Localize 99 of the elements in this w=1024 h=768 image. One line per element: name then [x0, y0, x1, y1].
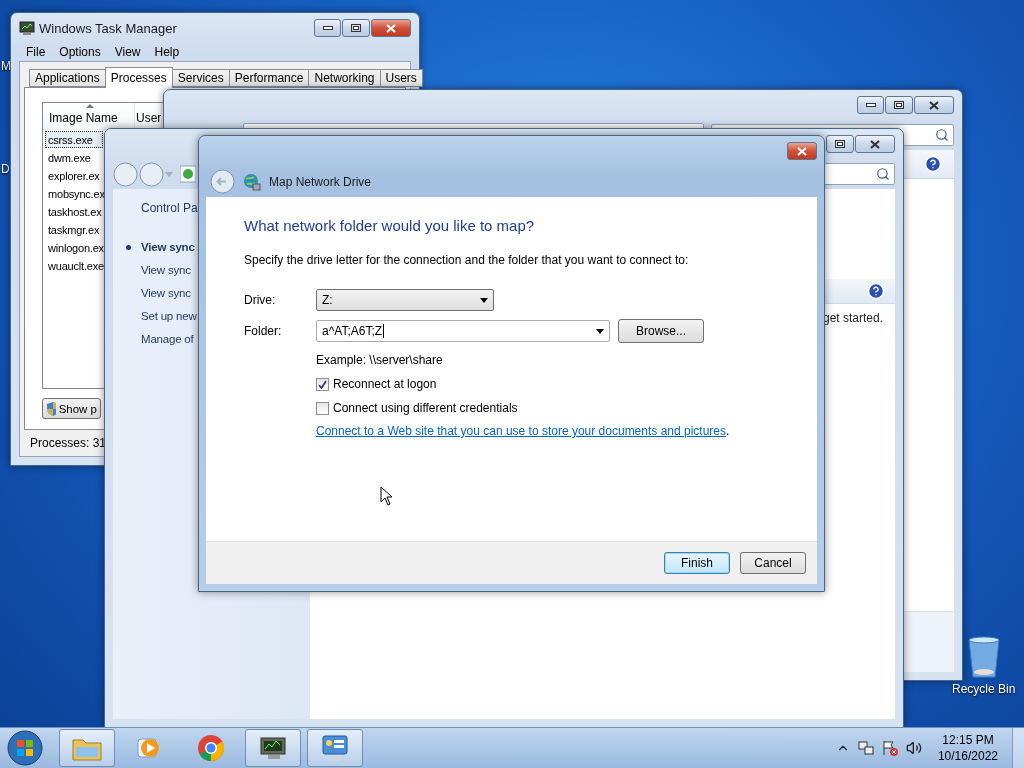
process-row[interactable]: taskhost.ex — [45, 203, 103, 220]
drive-dropdown[interactable]: Z: — [316, 289, 494, 311]
column-header[interactable]: User — [135, 103, 162, 129]
minimize-button[interactable] — [314, 19, 341, 37]
dropdown-arrow-icon — [596, 328, 604, 334]
checkbox-label: Reconnect at logon — [333, 377, 437, 391]
column-title: Image Name — [49, 111, 118, 125]
tab[interactable]: Applications — [29, 69, 106, 87]
help-icon[interactable] — [924, 155, 942, 173]
network-icon[interactable] — [857, 740, 874, 756]
sort-arrow-icon — [86, 104, 94, 108]
field-value: Z: — [322, 293, 333, 307]
checkbox[interactable] — [316, 377, 329, 391]
column-header[interactable]: Image Name — [43, 103, 135, 129]
minimize-icon — [322, 26, 333, 30]
maximize-button[interactable] — [885, 96, 913, 114]
mouse-pointer-icon — [380, 486, 393, 506]
control-panel-icon — [320, 734, 350, 762]
tab[interactable]: Processes — [104, 67, 173, 88]
dialog-button[interactable]: Cancel — [740, 552, 806, 574]
field-label: Folder: — [244, 324, 283, 338]
column-title: User — [136, 111, 162, 125]
tab[interactable]: Performance — [228, 69, 310, 87]
menu-item[interactable]: Options — [52, 45, 108, 59]
field-label: Drive: — [244, 293, 277, 307]
web-site-link[interactable]: Connect to a Web site that you can use to store your documents and pictures — [316, 424, 726, 438]
close-button[interactable] — [787, 142, 817, 160]
desktop-icon-label: M — [1, 59, 11, 73]
close-button[interactable] — [914, 96, 954, 114]
maximize-icon — [894, 101, 904, 109]
taskbar-button[interactable] — [307, 729, 363, 767]
process-row[interactable]: winlogon.ex — [45, 239, 103, 256]
dropdown-arrow-icon — [480, 297, 488, 303]
tab[interactable]: Services — [171, 69, 230, 87]
process-row[interactable]: taskmgr.ex — [45, 221, 103, 238]
close-icon — [870, 139, 880, 149]
process-row[interactable]: wuauclt.exe — [45, 257, 103, 274]
maximize-icon — [351, 24, 361, 32]
refresh-icon — [180, 165, 196, 183]
desktop-icon-label: Recycle Bin — [952, 682, 1016, 696]
maximize-icon — [835, 140, 845, 148]
browse-button[interactable]: Browse... — [618, 319, 704, 343]
example-text: Example: \\server\share — [316, 353, 444, 367]
text-cursor — [383, 324, 385, 338]
task-manager-icon — [19, 20, 35, 36]
task-link[interactable]: View sync — [141, 241, 195, 253]
dialog-button[interactable]: Finish — [664, 552, 730, 574]
web-site-sentence: Connect to a Web site that you can use to store your documents and pictures. — [316, 424, 731, 438]
close-button[interactable] — [855, 135, 895, 153]
process-row[interactable]: explorer.ex — [45, 167, 103, 184]
tab[interactable]: Users — [379, 69, 423, 87]
checkbox[interactable] — [316, 401, 329, 415]
minimize-button[interactable] — [857, 96, 884, 114]
dialog-title: Map Network Drive — [269, 174, 372, 189]
minimize-icon — [865, 103, 876, 107]
browser-icon — [197, 734, 225, 762]
process-row[interactable]: dwm.exe — [45, 149, 103, 166]
monitor-icon — [258, 735, 288, 761]
window-title: Windows Task Manager — [39, 20, 177, 36]
task-link[interactable]: Manage of — [141, 333, 194, 345]
maximize-button[interactable] — [826, 135, 854, 153]
check-icon — [318, 379, 327, 389]
menu-item[interactable]: View — [107, 45, 148, 59]
process-row[interactable]: mobsync.ex — [45, 185, 103, 202]
close-icon — [929, 100, 939, 110]
network-drive-icon — [243, 172, 261, 191]
checkbox-label: Connect using different credentials — [333, 401, 518, 415]
close-button[interactable] — [371, 19, 411, 37]
tab[interactable]: Networking — [308, 69, 381, 87]
start-button[interactable] — [6, 729, 44, 767]
close-icon — [797, 146, 807, 156]
field-value: a^AT;A6T;Z — [322, 324, 383, 338]
task-link[interactable]: Set up new — [141, 310, 197, 322]
task-link[interactable]: View sync — [141, 264, 191, 276]
close-icon — [386, 23, 396, 33]
desktop-icon-label: D — [1, 162, 10, 176]
bullet-icon — [126, 245, 131, 250]
clock-time: 12:15 PM — [942, 732, 994, 748]
folder-field[interactable]: a^AT;A6T;Z — [316, 320, 610, 342]
speaker-icon[interactable] — [905, 740, 922, 756]
search-icon — [876, 167, 890, 181]
help-icon[interactable] — [867, 282, 885, 300]
recycle-bin-icon[interactable] — [966, 635, 1001, 679]
shield-icon — [46, 400, 56, 417]
instruction-text: Specify the drive letter for the connection and the folder that you want to connect to: — [244, 253, 690, 267]
clock-date: 10/16/2022 — [937, 748, 998, 764]
taskbar-button[interactable] — [245, 729, 301, 767]
clock[interactable]: 12:15 PM 10/16/2022 — [937, 732, 998, 764]
flag-icon[interactable] — [881, 740, 898, 756]
dialog-heading: What network folder would you like to map? — [244, 217, 536, 234]
media-player-icon — [136, 735, 162, 761]
show-processes-button[interactable]: Show p — [42, 398, 101, 419]
maximize-button[interactable] — [342, 19, 370, 37]
menu-item[interactable]: File — [19, 45, 53, 59]
process-row[interactable]: csrss.exe — [45, 131, 103, 148]
task-link[interactable]: View sync — [141, 287, 191, 299]
search-icon — [935, 128, 949, 142]
menu-item[interactable]: Help — [147, 45, 187, 59]
status-text: Processes: 31 — [30, 436, 107, 450]
